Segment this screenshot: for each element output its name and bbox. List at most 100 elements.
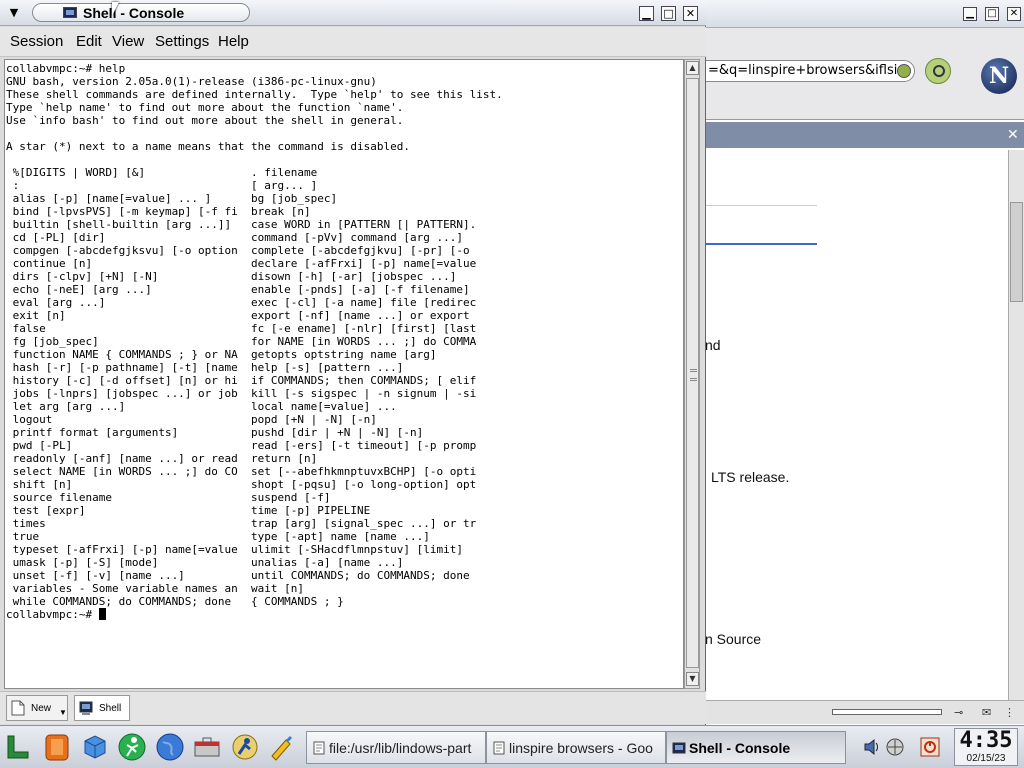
close-icon[interactable]: ✕ (1007, 7, 1021, 21)
terminal-line: readonly [-anf] [name ...] or read retur… (6, 452, 318, 465)
terminal-prompt: collabvmpc:~# (6, 608, 503, 621)
menubar: Session Edit View Settings Help (0, 27, 706, 57)
window-menu-icon[interactable]: ▼ (7, 6, 21, 20)
clock[interactable]: 4:35 02/15/23 (954, 728, 1018, 766)
netscape-logo[interactable]: N (981, 58, 1017, 94)
title-pill: Shell - Console (32, 3, 250, 22)
terminal-line: history [-c] [-d offset] [n] or hi if CO… (6, 374, 477, 387)
lifebuoy-icon[interactable] (42, 732, 72, 762)
volume-icon[interactable] (862, 737, 882, 757)
terminal-line: true type [-apt] name [name ...] (6, 530, 430, 543)
minimize-icon[interactable]: ▁ (963, 7, 977, 21)
menu-edit[interactable]: Edit (76, 33, 102, 50)
content-text: nd (705, 337, 721, 353)
new-session-icon (11, 700, 25, 716)
resize-icon: ⋮ (1004, 706, 1015, 719)
scroll-up-icon[interactable]: ▲ (686, 61, 699, 75)
text-cursor (98, 608, 106, 620)
grip-icon (690, 369, 697, 381)
terminal-line: shift [n] shopt [-pqsu] [-o long-option]… (6, 478, 477, 491)
task-browser[interactable]: linspire browsers - Goo (486, 731, 666, 764)
terminal-line: false fc [-e ename] [-nlr] [first] [last (6, 322, 477, 335)
terminal-line: let arg [arg ...] local name[=value] ... (6, 400, 397, 413)
terminal-line: times trap [arg] [signal_spec ...] or tr (6, 517, 477, 530)
mouse-pointer-icon (112, 2, 119, 16)
browser-window: ▁ □ ✕ =&q=linspire+browsers&iflsi N ✕ nd… (704, 0, 1024, 725)
terminal-line: pwd [-PL] read [-ers] [-t timeout] [-p p… (6, 439, 477, 452)
browser-toolbar: =&q=linspire+browsers&iflsi N (705, 28, 1024, 120)
terminal-line: exit [n] export [-nf] [name ...] or expo… (6, 309, 470, 322)
browser-titlebar: ▁ □ ✕ (705, 0, 1024, 28)
console-titlebar[interactable]: ▼ Shell - Console ▁ □ ✕ (0, 0, 706, 26)
paint-icon[interactable] (266, 732, 296, 762)
content-text: LTS release. (711, 469, 790, 485)
menu-help[interactable]: Help (218, 33, 249, 50)
url-go-icon[interactable] (897, 64, 911, 78)
terminal-line: dirs [-clpv] [+N] [-N] disown [-h] [-ar]… (6, 270, 457, 283)
menu-session[interactable]: Session (10, 33, 63, 50)
terminal-line: variables - Some variable names an wait … (6, 582, 305, 595)
terminal-line: : [ arg... ] (6, 179, 318, 192)
toolbox-icon[interactable] (192, 732, 222, 762)
search-icon[interactable] (925, 58, 951, 84)
maximize-icon[interactable]: □ (661, 6, 676, 21)
terminal-line: collabvmpc:~# help (6, 62, 126, 75)
click-n-run-icon[interactable] (230, 732, 260, 762)
console-window: ▼ Shell - Console ▁ □ ✕ Session Edit Vie… (0, 0, 706, 725)
terminal-icon (672, 742, 686, 754)
terminal-line: typeset [-afFrxi] [-p] name[=value ulimi… (6, 543, 463, 556)
runner-icon[interactable] (117, 732, 147, 762)
desktop: ▁ □ ✕ =&q=linspire+browsers&iflsi N ✕ nd… (0, 0, 1024, 768)
task-file-manager[interactable]: file:/usr/lib/lindows-part (306, 731, 486, 764)
terminal-line: compgen [-abcdefgjksvu] [-o option compl… (6, 244, 470, 257)
url-field[interactable]: =&q=linspire+browsers&iflsi (705, 60, 915, 82)
scrollbar-thumb[interactable] (1010, 202, 1023, 302)
terminal-line: cd [-PL] [dir] command [-pVv] command [a… (6, 231, 463, 244)
session-tab-label: Shell (99, 703, 122, 714)
terminal-line: printf format [arguments] pushd [dir | +… (6, 426, 424, 439)
terminal-line: continue [n] declare [-afFrxi] [-p] name… (6, 257, 477, 270)
task-label: file:/usr/lib/lindows-part (329, 740, 472, 756)
new-session-button[interactable]: New ▼ (6, 695, 68, 721)
dropdown-icon[interactable]: ▼ (59, 708, 67, 717)
terminal-line: bind [-lpvsPVS] [-m keymap] [-f fi break… (6, 205, 311, 218)
folder-icon (313, 741, 325, 755)
browser-scrollbar[interactable] (1008, 150, 1024, 700)
terminal-line: source filename suspend [-f] (6, 491, 331, 504)
prompt-text: collabvmpc:~# (6, 608, 99, 621)
terminal-line: fg [job_spec] for NAME [in WORDS ... ;] … (6, 335, 477, 348)
clock-time: 4:35 (959, 728, 1013, 753)
session-tab-label: New (31, 703, 52, 714)
terminal-scrollbar[interactable]: ▲ ▼ (684, 59, 700, 689)
menu-settings[interactable]: Settings (155, 33, 209, 50)
clock-date: 02/15/23 (966, 753, 1006, 764)
terminal-icon (79, 701, 93, 715)
window-title: Shell - Console (83, 5, 185, 21)
scroll-down-icon[interactable]: ▼ (686, 672, 699, 686)
terminal-area[interactable]: collabvmpc:~# help GNU bash, version 2.05… (4, 59, 684, 689)
terminal-icon (63, 7, 77, 18)
close-icon[interactable]: ✕ (683, 6, 698, 21)
terminal-line: %[DIGITS | WORD] [&] . filename (6, 166, 318, 179)
task-console[interactable]: Shell - Console (666, 731, 846, 764)
maximize-icon[interactable]: □ (985, 7, 999, 21)
menu-view[interactable]: View (112, 33, 144, 50)
browser-statusbar: ⊸ ✉ ⋮ (704, 700, 1024, 724)
minimize-icon[interactable]: ▁ (639, 6, 654, 21)
lindows-start-icon[interactable] (4, 732, 34, 762)
cube-icon[interactable] (80, 732, 110, 762)
terminal-line: eval [arg ...] exec [-cl] [-a name] file… (6, 296, 477, 309)
terminal-line: Use `info bash' to find out more about t… (6, 114, 404, 127)
close-icon[interactable]: ✕ (1007, 127, 1019, 143)
terminal-line: A star (*) next to a name means that the… (6, 140, 410, 153)
session-tab-shell[interactable]: Shell (74, 695, 130, 721)
globe-icon[interactable] (155, 732, 185, 762)
terminal-line: function NAME { COMMANDS ; } or NA getop… (6, 348, 437, 361)
browser-content: nd LTS release. n Source (705, 150, 1005, 700)
terminal-line: Type `help name' to find out more about … (6, 101, 404, 114)
power-icon[interactable] (920, 737, 940, 757)
terminal-line: select NAME [in WORDS ... ;] do CO set [… (6, 465, 477, 478)
scrollbar-thumb[interactable] (686, 78, 699, 668)
network-icon[interactable] (885, 737, 905, 757)
